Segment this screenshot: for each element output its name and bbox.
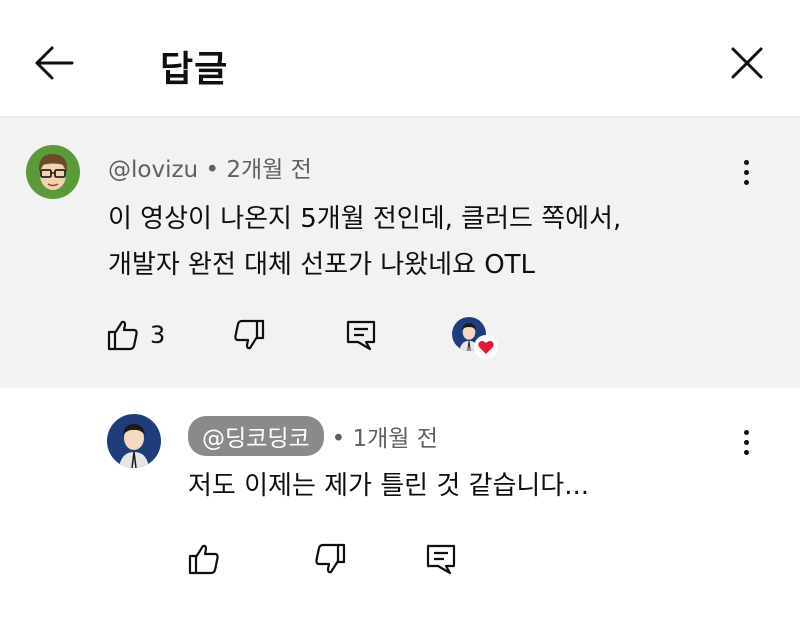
- kebab-dot: [743, 449, 749, 455]
- replies-header: 답글: [0, 0, 800, 118]
- avatar-person-icon: [107, 414, 161, 468]
- comment-time: • 2개월 전: [205, 157, 312, 183]
- dislike-button[interactable]: [313, 542, 347, 576]
- like-button[interactable]: 3: [106, 318, 165, 352]
- page-title: 답글: [160, 49, 229, 90]
- comment-text: 이 영상이 나온지 5개월 전인데, 클러드 쪽에서, 개발자 완전 대체 선포…: [108, 196, 621, 288]
- kebab-dot: [743, 439, 749, 445]
- thumbs-up-icon: [107, 320, 138, 351]
- kebab-dot: [743, 429, 749, 435]
- reply-button[interactable]: [424, 542, 458, 576]
- avatar-glasses-face-icon: [26, 145, 80, 199]
- reply-text: 저도 이제는 제가 틀린 것 같습니다...: [188, 471, 589, 501]
- close-icon: [731, 47, 763, 79]
- dislike-button[interactable]: [232, 318, 266, 352]
- thumbs-down-icon: [234, 319, 265, 350]
- comment-reply-icon: [426, 544, 456, 575]
- thumbs-down-icon: [315, 543, 346, 574]
- comment-line: 개발자 완전 대체 선포가 나왔네요 OTL: [108, 250, 536, 280]
- back-button[interactable]: [30, 42, 78, 84]
- like-button[interactable]: [187, 542, 221, 576]
- kebab-dot: [743, 179, 749, 185]
- reply-meta: @딩코딩코 • 1개월 전: [188, 416, 438, 456]
- avatar[interactable]: [107, 414, 161, 468]
- creator-heart-badge: [452, 317, 498, 359]
- comment-reply-icon: [346, 320, 376, 351]
- kebab-dot: [743, 169, 749, 175]
- reply-author-chip[interactable]: @딩코딩코: [188, 416, 324, 456]
- reply-time: • 1개월 전: [331, 426, 438, 452]
- arrow-left-icon: [35, 46, 74, 80]
- comment-meta: @lovizu • 2개월 전: [108, 150, 312, 184]
- kebab-dot: [743, 159, 749, 165]
- heart-icon: [474, 335, 498, 359]
- thumbs-up-icon: [188, 544, 219, 575]
- reply-button[interactable]: [344, 318, 378, 352]
- comment-line: 이 영상이 나온지 5개월 전인데, 클러드 쪽에서,: [108, 204, 622, 234]
- close-button[interactable]: [724, 40, 770, 86]
- avatar[interactable]: [26, 145, 80, 199]
- reply-menu-button[interactable]: [731, 420, 761, 464]
- like-count: 3: [150, 321, 166, 349]
- comment-author[interactable]: @lovizu: [108, 157, 198, 183]
- comment-menu-button[interactable]: [731, 150, 761, 194]
